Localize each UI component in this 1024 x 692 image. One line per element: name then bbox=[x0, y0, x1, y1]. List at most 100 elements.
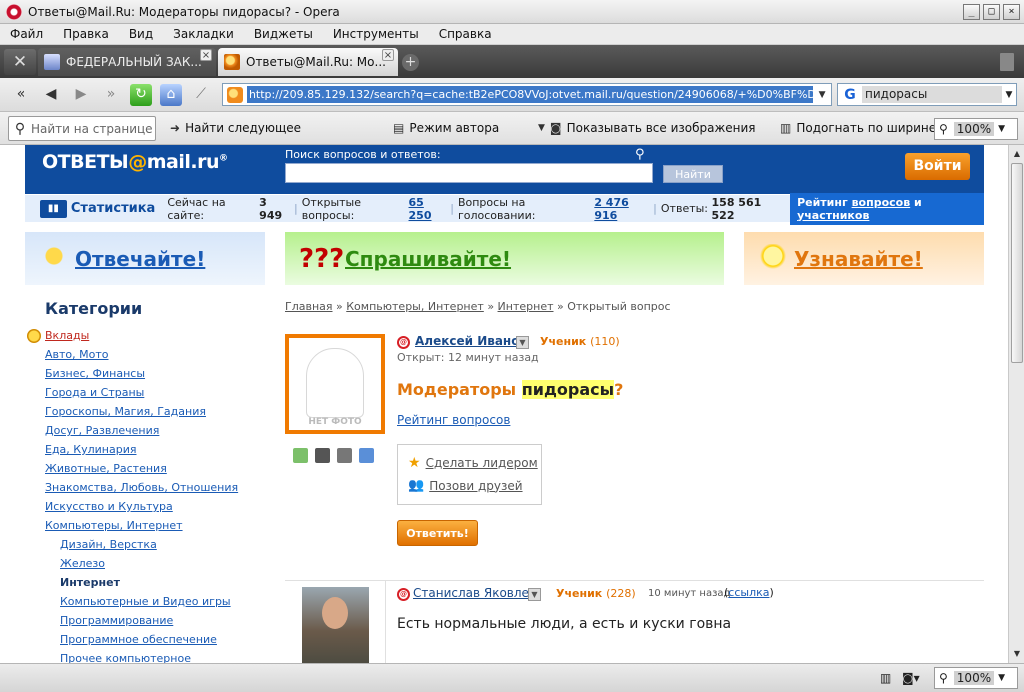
tab-close-icon[interactable]: × bbox=[382, 49, 394, 61]
category-item[interactable]: Дизайн, Верстка bbox=[60, 535, 265, 554]
home-icon[interactable]: ⌂ bbox=[160, 84, 182, 106]
question-rating-link[interactable]: Рейтинг вопросов bbox=[397, 413, 510, 427]
category-item[interactable]: Еда, Кулинария bbox=[45, 440, 265, 459]
menu-widgets[interactable]: Виджеты bbox=[244, 27, 323, 41]
category-item[interactable]: Досуг, Развлечения bbox=[45, 421, 265, 440]
promo-ask-link[interactable]: Спрашивайте! bbox=[345, 247, 511, 271]
show-images-button[interactable]: ▼ ◙ Показывать все изображения bbox=[538, 121, 756, 135]
forward-icon[interactable]: ▶ bbox=[70, 84, 92, 106]
scroll-up-icon[interactable]: ▲ bbox=[1010, 147, 1024, 161]
answerer-avatar[interactable] bbox=[302, 587, 369, 663]
reload-icon[interactable]: ↻ bbox=[130, 84, 152, 106]
answerer-name-link[interactable]: Станислав Яковлев bbox=[413, 586, 536, 600]
search-options-icon[interactable]: ⚲ bbox=[635, 147, 645, 162]
promo-answer[interactable]: Отвечайте! bbox=[25, 232, 265, 285]
address-bar[interactable]: http://209.85.129.132/search?q=cache:tB2… bbox=[222, 83, 832, 106]
google-icon[interactable]: G bbox=[841, 86, 859, 104]
search-submit-button[interactable]: Найти bbox=[663, 165, 723, 183]
address-dropdown-icon[interactable]: ▼ bbox=[813, 90, 831, 100]
search-input[interactable]: пидорасы bbox=[862, 86, 1002, 103]
zoom-dropdown-icon[interactable]: ▼ bbox=[994, 673, 1005, 683]
menu-file[interactable]: Файл bbox=[0, 27, 53, 41]
trash-icon[interactable] bbox=[1000, 53, 1014, 71]
category-item[interactable]: Железо bbox=[60, 554, 265, 573]
category-item[interactable]: Программирование bbox=[60, 611, 265, 630]
find-on-page-input[interactable]: ⚲ Найти на странице bbox=[8, 116, 156, 141]
back-icon[interactable]: ◀ bbox=[40, 84, 62, 106]
promo-learn-link[interactable]: Узнавайте! bbox=[794, 247, 923, 271]
tools-icon[interactable]: ✕ bbox=[4, 49, 36, 75]
promo-ask[interactable]: ??? Спрашивайте! bbox=[285, 232, 724, 285]
promo-answer-link[interactable]: Отвечайте! bbox=[75, 247, 205, 271]
promo-learn[interactable]: Узнавайте! bbox=[744, 232, 984, 285]
rating-users-link[interactable]: участников bbox=[797, 209, 869, 222]
category-item[interactable]: Компьютеры, Интернет bbox=[45, 516, 265, 535]
zoom-select[interactable]: ⚲ 100% ▼ bbox=[934, 118, 1018, 140]
user-menu-dropdown-icon[interactable]: ▼ bbox=[528, 588, 541, 601]
breadcrumb-subcategory[interactable]: Интернет bbox=[498, 300, 554, 313]
address-url[interactable]: http://209.85.129.132/search?q=cache:tB2… bbox=[246, 86, 814, 103]
search-box[interactable]: G пидорасы ▼ bbox=[837, 83, 1017, 106]
menu-edit[interactable]: Правка bbox=[53, 27, 119, 41]
category-item[interactable]: Бизнес, Финансы bbox=[45, 364, 265, 383]
vote-count-link[interactable]: 2 476 916 bbox=[594, 196, 649, 222]
zoom-dropdown-icon[interactable]: ▼ bbox=[994, 124, 1005, 134]
open-count-link[interactable]: 65 250 bbox=[409, 196, 447, 222]
invite-friends-action[interactable]: 👥 Позови друзей bbox=[408, 478, 523, 493]
make-leader-link[interactable]: Сделать лидером bbox=[426, 456, 538, 470]
menu-view[interactable]: Вид bbox=[119, 27, 163, 41]
vertical-scrollbar[interactable]: ▲ ▼ bbox=[1008, 145, 1024, 663]
category-item[interactable]: Знакомства, Любовь, Отношения bbox=[45, 478, 265, 497]
asker-avatar[interactable]: НЕТ ФОТО bbox=[285, 334, 385, 434]
breadcrumb-category[interactable]: Компьютеры, Интернет bbox=[346, 300, 484, 313]
menu-bookmarks[interactable]: Закладки bbox=[163, 27, 244, 41]
new-tab-button[interactable]: + bbox=[402, 54, 419, 71]
breadcrumb-home[interactable]: Главная bbox=[285, 300, 333, 313]
login-button[interactable]: Войти bbox=[905, 153, 970, 180]
rating-questions-link[interactable]: вопросов bbox=[852, 196, 911, 209]
photo-icon[interactable] bbox=[315, 448, 330, 463]
category-item[interactable]: Города и Страны bbox=[45, 383, 265, 402]
category-item[interactable]: Животные, Растения bbox=[45, 459, 265, 478]
answer-link[interactable]: ссылка bbox=[728, 586, 769, 599]
user-menu-dropdown-icon[interactable]: ▼ bbox=[516, 336, 529, 349]
page-fit-icon[interactable]: ▥ bbox=[880, 671, 891, 685]
question-search-input[interactable] bbox=[285, 163, 653, 183]
rewind-icon[interactable]: « bbox=[10, 84, 32, 106]
category-item[interactable]: Компьютерные и Видео игры bbox=[60, 592, 265, 611]
category-item[interactable]: Авто, Мото bbox=[45, 345, 265, 364]
asker-name-link[interactable]: Алексей Иванов bbox=[415, 334, 527, 348]
fit-width-button[interactable]: ▥ Подогнать по ширине bbox=[780, 121, 936, 135]
invite-friends-link[interactable]: Позови друзей bbox=[429, 479, 522, 493]
make-leader-action[interactable]: ★ Сделать лидером bbox=[408, 455, 538, 471]
find-next-button[interactable]: ➜ Найти следующее bbox=[170, 121, 301, 135]
tab-federal-law[interactable]: ФЕДЕРАЛЬНЫЙ ЗАК... × bbox=[38, 48, 216, 76]
category-item[interactable]: Искусство и Культура bbox=[45, 497, 265, 516]
images-icon[interactable]: ◙▾ bbox=[902, 671, 920, 685]
write-icon[interactable] bbox=[359, 448, 374, 463]
otvety-logo[interactable]: ОТВЕТЫ@mail.ru® bbox=[42, 151, 228, 173]
status-zoom-select[interactable]: ⚲ 100% ▼ bbox=[934, 667, 1018, 689]
no-photo-label: НЕТ ФОТО bbox=[308, 417, 362, 427]
wand-icon[interactable]: ⟋ bbox=[190, 84, 212, 106]
fast-forward-icon[interactable]: » bbox=[100, 84, 122, 106]
scroll-thumb[interactable] bbox=[1011, 163, 1023, 363]
author-mode-button[interactable]: ▤ Режим автора bbox=[393, 121, 499, 135]
answer-button[interactable]: Ответить! bbox=[397, 520, 478, 546]
maximize-button[interactable]: □ bbox=[983, 3, 1000, 20]
category-item[interactable]: Прочее компьютерное bbox=[60, 649, 265, 663]
tab-close-icon[interactable]: × bbox=[200, 49, 212, 61]
scroll-down-icon[interactable]: ▼ bbox=[1010, 647, 1024, 661]
search-dropdown-icon[interactable]: ▼ bbox=[1002, 90, 1016, 100]
friends-icon[interactable] bbox=[293, 448, 308, 463]
minimize-button[interactable]: _ bbox=[963, 3, 980, 20]
tab-otvety-mail[interactable]: Ответы@Mail.Ru: Мо... × bbox=[218, 48, 398, 76]
category-item[interactable]: Гороскопы, Магия, Гадания bbox=[45, 402, 265, 421]
close-window-button[interactable]: × bbox=[1003, 3, 1020, 20]
menu-help[interactable]: Справка bbox=[429, 27, 502, 41]
category-item[interactable]: Вклады bbox=[45, 326, 265, 345]
category-item[interactable]: Программное обеспечение bbox=[60, 630, 265, 649]
category-item[interactable]: Интернет bbox=[60, 573, 265, 592]
video-icon[interactable] bbox=[337, 448, 352, 463]
menu-tools[interactable]: Инструменты bbox=[323, 27, 429, 41]
